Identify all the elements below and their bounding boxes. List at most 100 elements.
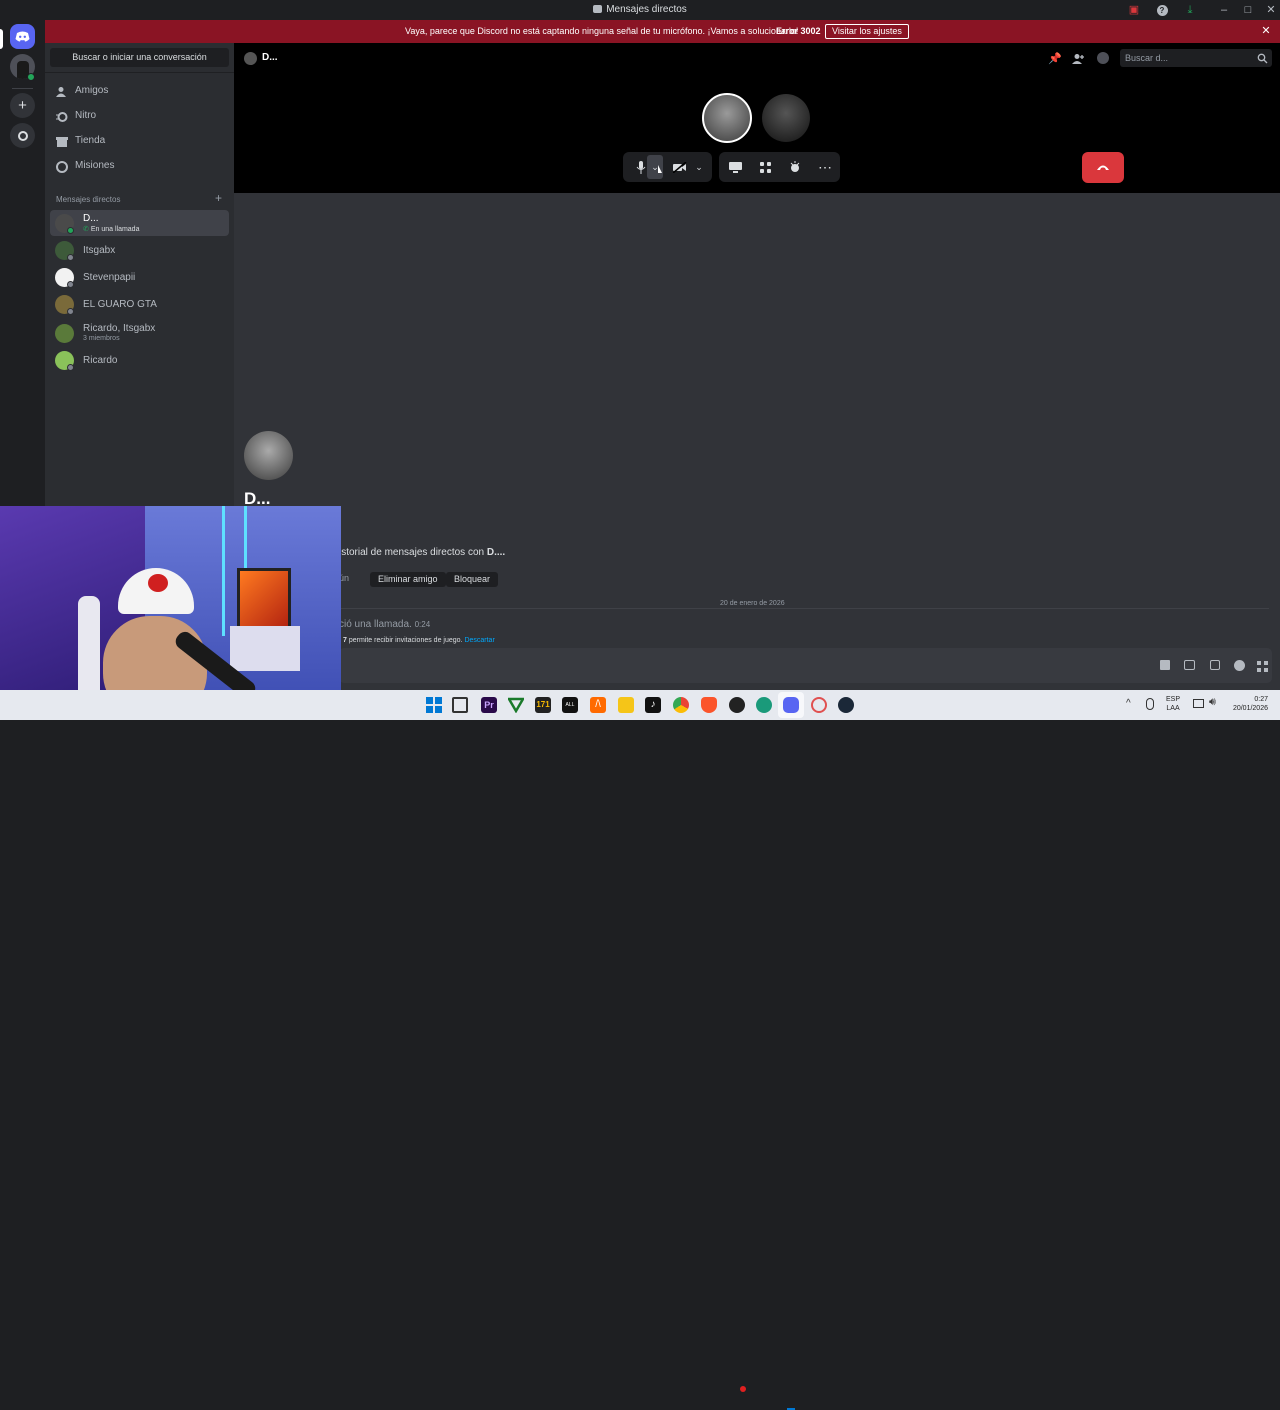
cap-logo bbox=[148, 574, 168, 592]
dm-history-text: istorial de mensajes directos con D.... bbox=[339, 547, 506, 558]
dm-item-active[interactable]: D... ✆ En una llamada bbox=[50, 210, 229, 236]
pin-icon[interactable]: 📌 bbox=[1048, 52, 1062, 65]
dm-item[interactable]: Stevenpapii bbox=[50, 264, 229, 290]
participant-avatar[interactable] bbox=[762, 94, 810, 142]
language-indicator[interactable]: ESP LAA bbox=[1166, 695, 1180, 713]
gif-icon[interactable] bbox=[1184, 660, 1195, 670]
app-icon[interactable] bbox=[811, 697, 827, 713]
window-title: Mensajes directos bbox=[0, 0, 1280, 20]
sidebar-divider bbox=[45, 72, 234, 73]
activities-icon[interactable] bbox=[753, 152, 777, 182]
search-input[interactable]: Buscar d... bbox=[1120, 49, 1272, 67]
dm-item[interactable]: Ricardo bbox=[50, 347, 229, 373]
chrome-icon[interactable] bbox=[673, 697, 689, 713]
clock[interactable]: 0:27 20/01/2026 bbox=[1226, 695, 1268, 713]
volume-icon[interactable]: 🔊︎ bbox=[1209, 696, 1216, 709]
discover-icon[interactable] bbox=[10, 123, 35, 148]
selected-indicator bbox=[0, 29, 3, 49]
create-dm-icon[interactable]: + bbox=[215, 191, 222, 205]
task-view-icon[interactable] bbox=[452, 697, 468, 713]
minimize-button[interactable]: – bbox=[1211, 0, 1237, 20]
status-dot bbox=[67, 281, 74, 288]
quests-icon bbox=[56, 160, 68, 173]
webcam-overlay bbox=[0, 506, 341, 720]
phone-icon: ✆ bbox=[83, 226, 89, 233]
app-icon[interactable]: ALL bbox=[562, 697, 578, 713]
screen-share-icon[interactable] bbox=[723, 152, 747, 182]
mic-warning-banner: Vaya, parece que Discord no está captand… bbox=[45, 20, 1280, 43]
close-banner-icon[interactable]: ✕ bbox=[1258, 20, 1274, 43]
block-button[interactable]: Bloquear bbox=[446, 572, 499, 587]
dm-item[interactable]: Ricardo, Itsgabx 3 miembros bbox=[50, 320, 229, 346]
remove-friend-button[interactable]: Eliminar amigo bbox=[370, 572, 446, 587]
nav-quests[interactable]: Misiones bbox=[50, 155, 229, 177]
call-action-controls: ⋯ bbox=[719, 152, 840, 182]
dismiss-link[interactable]: Descartar bbox=[464, 637, 494, 644]
visit-settings-button[interactable]: Visitar los ajustes bbox=[825, 24, 909, 39]
banner-error-code: Error 3002 bbox=[776, 26, 821, 36]
emoji-icon[interactable] bbox=[1234, 660, 1245, 671]
game-invite-notice: 7 permite recibir invitaciones de juego.… bbox=[343, 637, 495, 644]
date-divider: 20 de enero de 2026 bbox=[716, 600, 789, 607]
friends-icon bbox=[56, 85, 68, 97]
window-titlebar: Mensajes directos ▣ ? ⤓ – □ ✕ bbox=[0, 0, 1280, 20]
steam-icon[interactable] bbox=[838, 697, 854, 713]
start-icon[interactable] bbox=[426, 697, 442, 713]
premiere-icon[interactable]: Pr bbox=[481, 697, 497, 713]
participant-avatar[interactable] bbox=[702, 93, 752, 143]
discord-taskbar-icon[interactable] bbox=[783, 697, 799, 713]
discord-home-icon[interactable] bbox=[10, 24, 35, 49]
chevron-down-icon[interactable]: ⌄ bbox=[687, 152, 711, 182]
profile-avatar bbox=[244, 431, 293, 480]
app-icon[interactable] bbox=[756, 697, 772, 713]
dm-item[interactable]: Itsgabx bbox=[50, 237, 229, 263]
status-dot bbox=[67, 227, 74, 234]
voice-call-area: D... 📌 Buscar d... ⌄ ⌄ ⋯ bbox=[234, 43, 1280, 193]
rail-divider bbox=[12, 88, 33, 89]
search-icon bbox=[1257, 51, 1268, 69]
network-icon[interactable] bbox=[1193, 699, 1204, 708]
nav-nitro[interactable]: Nitro bbox=[50, 105, 229, 127]
conversation-search[interactable]: Buscar o iniciar una conversación bbox=[50, 48, 229, 67]
apps-icon[interactable] bbox=[1257, 659, 1268, 677]
download-icon[interactable]: ⤓ bbox=[1177, 0, 1203, 20]
status-dot bbox=[67, 364, 74, 371]
shop-icon bbox=[56, 135, 68, 147]
more-options-icon[interactable]: ⋯ bbox=[813, 152, 837, 182]
add-friend-icon[interactable] bbox=[1072, 52, 1085, 64]
status-dot bbox=[67, 308, 74, 315]
tiktok-icon[interactable]: ♪ bbox=[645, 697, 661, 713]
tray-mic-icon[interactable] bbox=[1146, 698, 1154, 710]
nav-friends[interactable]: Amigos bbox=[50, 80, 229, 102]
call-system-message: ció una llamada. 0:24 bbox=[339, 619, 431, 630]
file-explorer-icon[interactable] bbox=[618, 697, 634, 713]
dm-section-header: Mensajes directos bbox=[56, 195, 121, 204]
notification-dot bbox=[740, 1386, 746, 1392]
gift-icon[interactable] bbox=[1160, 660, 1170, 670]
audio-video-controls: ⌄ ⌄ bbox=[623, 152, 712, 182]
vegas-icon[interactable] bbox=[506, 697, 526, 714]
dm-item[interactable]: EL GUARO GTA bbox=[50, 291, 229, 317]
status-dot bbox=[67, 254, 74, 261]
add-server-icon[interactable]: + bbox=[10, 93, 35, 118]
desk-items bbox=[230, 626, 300, 671]
soundboard-icon[interactable] bbox=[783, 152, 807, 182]
channel-title: D... bbox=[262, 52, 278, 63]
brave-icon[interactable] bbox=[701, 697, 717, 713]
screen-share-icon[interactable]: ▣ bbox=[1121, 0, 1147, 20]
windows-taskbar: Pr 171 ALL /\ ♪ ^ ESP LAA 🔊︎ 0:27 20/01/20… bbox=[0, 690, 1280, 1410]
app-icon[interactable]: /\ bbox=[590, 697, 606, 713]
nav-shop[interactable]: Tienda bbox=[50, 130, 229, 152]
hangup-button[interactable] bbox=[1082, 152, 1124, 183]
close-window-button[interactable]: ✕ bbox=[1258, 0, 1280, 20]
user-profile-icon[interactable] bbox=[1097, 52, 1109, 64]
message-input[interactable] bbox=[339, 648, 1272, 683]
tray-chevron-icon[interactable]: ^ bbox=[1126, 698, 1131, 709]
led-strip bbox=[222, 506, 225, 636]
help-icon[interactable]: ? bbox=[1149, 0, 1175, 20]
chat-area: D... istorial de mensajes directos con D… bbox=[234, 193, 1280, 690]
app-icon[interactable]: 171 bbox=[535, 697, 551, 713]
sticker-icon[interactable] bbox=[1210, 660, 1220, 670]
nitro-icon bbox=[56, 110, 68, 122]
obs-icon[interactable] bbox=[729, 697, 745, 713]
